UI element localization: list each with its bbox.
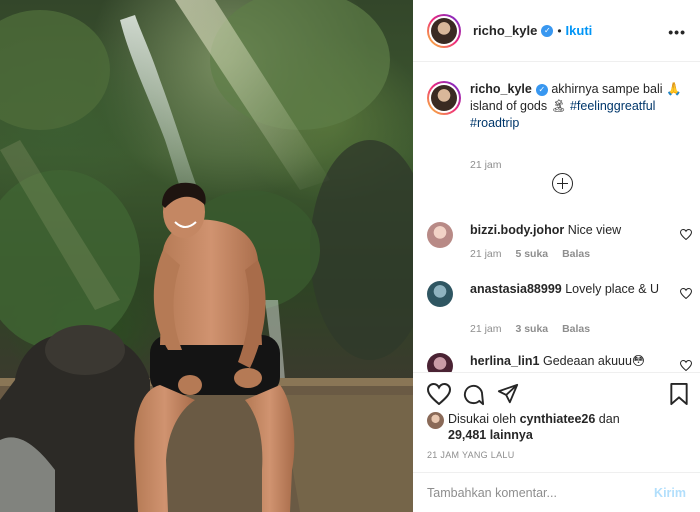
caption-text: richo_kyle ✓ akhirnya sampe bali 🙏 island… xyxy=(470,81,695,132)
author-username[interactable]: richo_kyle xyxy=(473,23,537,38)
caption-line2: island of gods 🏝 xyxy=(470,99,567,113)
share-icon[interactable] xyxy=(497,383,519,405)
comment-text: anastasia88999 Lovely place & U xyxy=(470,281,665,297)
post-comment-button[interactable]: Kirim xyxy=(654,486,686,500)
comment-text: herlina_lin1 Gedeaan akuuu😳 xyxy=(470,353,665,369)
reply-button[interactable]: Balas xyxy=(562,248,590,260)
comment-time[interactable]: 21 jam xyxy=(470,323,502,335)
post-timestamp[interactable]: 21 JAM YANG LALU xyxy=(427,450,515,460)
follow-button[interactable]: Ikuti xyxy=(566,23,593,38)
post-actions: Disukai oleh cynthiatee26 dan 29,481 lai… xyxy=(413,372,700,512)
comment-heart-icon[interactable] xyxy=(680,229,692,240)
likes-prefix: Disukai oleh xyxy=(448,412,517,426)
caption-avatar[interactable] xyxy=(427,81,461,115)
comment-icon[interactable] xyxy=(462,383,485,406)
comment-likes[interactable]: 3 suka xyxy=(515,323,548,335)
heart-icon[interactable] xyxy=(427,383,451,405)
more-options-icon[interactable]: ••• xyxy=(668,24,686,40)
action-icons-row xyxy=(427,383,689,407)
load-more-comments-icon[interactable] xyxy=(552,173,573,194)
comment-body: Nice view xyxy=(567,223,622,237)
commenter-username[interactable]: herlina_lin1 xyxy=(470,354,539,368)
reply-button[interactable]: Balas xyxy=(562,323,590,335)
comment-likes[interactable]: 5 suka xyxy=(515,248,548,260)
commenter-avatar[interactable] xyxy=(427,281,453,307)
hashtag-link[interactable]: #feelinggreatful xyxy=(570,99,655,113)
verified-badge-icon: ✓ xyxy=(541,24,554,37)
comment-heart-icon[interactable] xyxy=(680,360,692,371)
add-comment-bar: Tambahkan komentar... Kirim xyxy=(413,472,700,512)
bookmark-icon[interactable] xyxy=(669,383,689,406)
comment-text: bizzi.body.johor Nice view xyxy=(470,222,665,238)
likes-count[interactable]: 29,481 lainnya xyxy=(448,428,533,442)
post-side-panel: richo_kyle ✓ • Ikuti ••• richo_kyle ✓ akh… xyxy=(413,0,700,512)
author-avatar[interactable] xyxy=(427,13,461,48)
liker-username[interactable]: cynthiatee26 xyxy=(520,412,596,426)
comment-meta: 21 jam 5 suka Balas xyxy=(470,248,601,260)
caption-time[interactable]: 21 jam xyxy=(470,159,502,171)
commenter-username[interactable]: anastasia88999 xyxy=(470,282,562,296)
likes-conj: dan xyxy=(598,412,620,426)
likes-text: Disukai oleh cynthiatee26 dan 29,481 lai… xyxy=(448,411,688,443)
hashtag-link[interactable]: #roadtrip xyxy=(470,116,519,130)
photo-scene xyxy=(0,0,413,512)
caption-line1: akhirnya sampe bali 🙏 xyxy=(551,82,682,96)
comment-body: Gedeaan akuuu😳 xyxy=(542,354,645,368)
commenter-avatar[interactable] xyxy=(427,222,453,248)
commenter-username[interactable]: bizzi.body.johor xyxy=(470,223,564,237)
commenter-avatar[interactable] xyxy=(427,353,453,372)
comment-input[interactable]: Tambahkan komentar... xyxy=(427,486,557,500)
comment-time[interactable]: 21 jam xyxy=(470,248,502,260)
verified-badge-icon: ✓ xyxy=(535,83,548,96)
post-photo[interactable] xyxy=(0,0,413,512)
comment-heart-icon[interactable] xyxy=(680,288,692,299)
post-header: richo_kyle ✓ • Ikuti ••• xyxy=(413,0,700,62)
caption-username[interactable]: richo_kyle xyxy=(470,82,532,96)
separator-dot: • xyxy=(557,23,562,38)
comment-body: Lovely place & U xyxy=(565,282,660,296)
liker-avatar[interactable] xyxy=(427,412,444,429)
comments-area[interactable]: richo_kyle ✓ akhirnya sampe bali 🙏 island… xyxy=(413,63,700,372)
comment-meta: 21 jam 3 suka Balas xyxy=(470,323,601,335)
